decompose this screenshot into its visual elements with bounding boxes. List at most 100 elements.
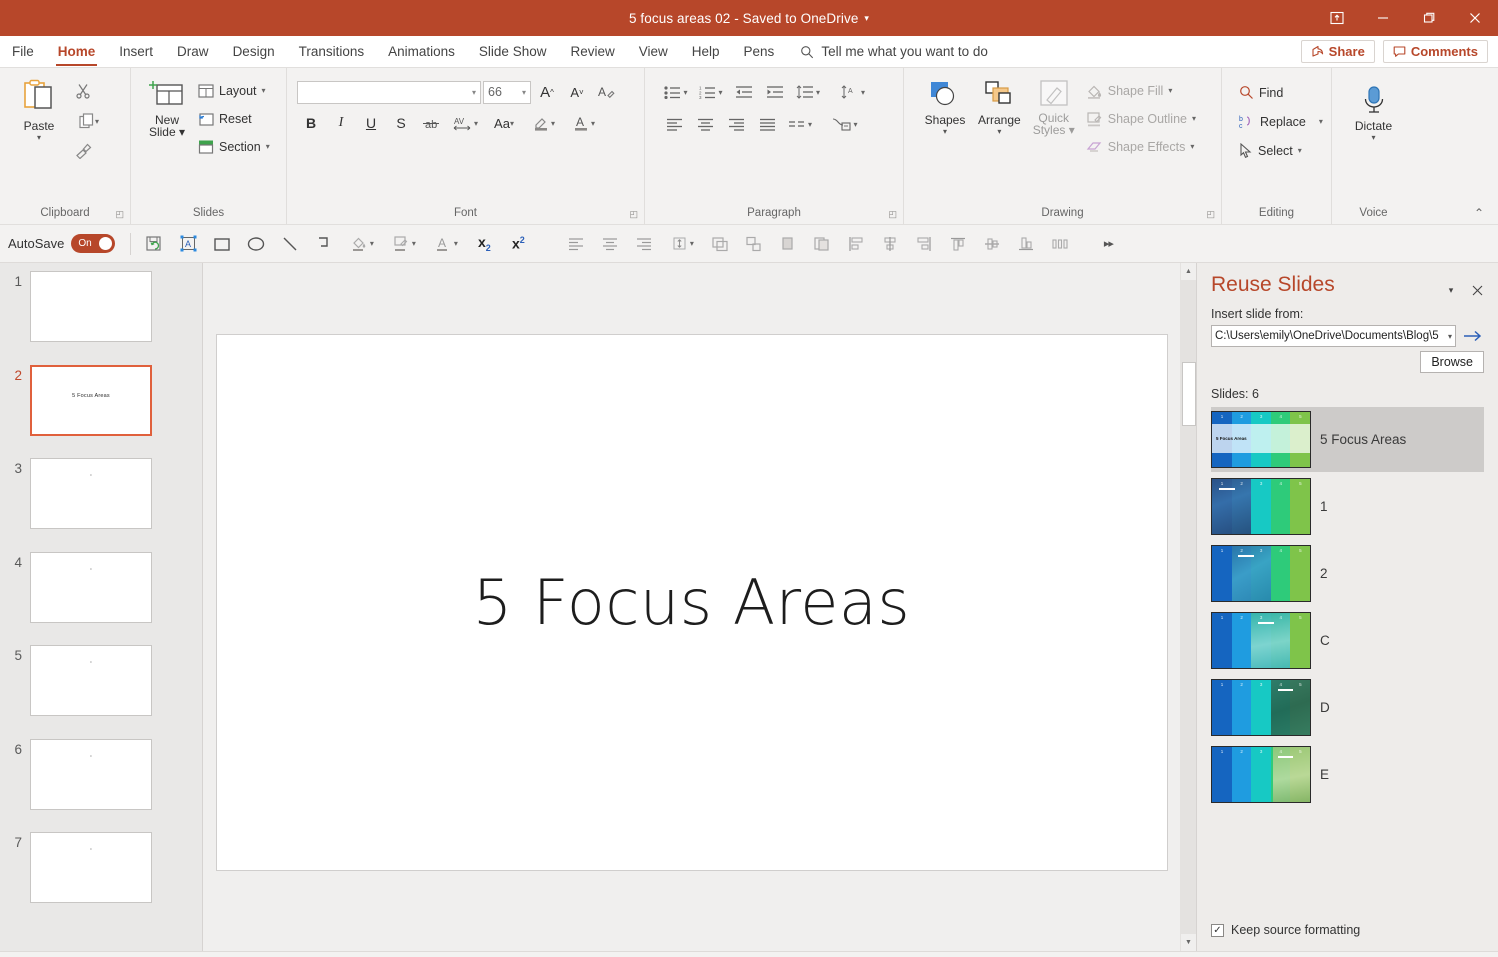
text-highlight-button[interactable]: ▾ — [525, 110, 563, 136]
thumbnail-row-5[interactable]: 5 • — [0, 645, 202, 739]
reuse-slide-item-3[interactable]: 1 2 3 4 5 2 — [1211, 541, 1484, 606]
tab-review[interactable]: Review — [558, 36, 626, 67]
justify-button[interactable] — [752, 111, 782, 137]
tab-insert[interactable]: Insert — [107, 36, 165, 67]
line-spacing-caret-icon[interactable]: ▾ — [816, 88, 820, 97]
tab-slide-show[interactable]: Slide Show — [467, 36, 559, 67]
select-button[interactable]: Select ▾ — [1234, 137, 1328, 164]
decrease-font-size-button[interactable]: A˅ — [563, 79, 591, 105]
bring-forward-button[interactable] — [772, 229, 804, 259]
elbow-connector-button[interactable] — [308, 229, 340, 259]
reuse-slide-thumbnail[interactable]: 1 2 3 4 5 5 Focus Areas — [1211, 411, 1311, 468]
autosave-toggle[interactable]: On — [71, 234, 115, 253]
reuse-slide-item-1[interactable]: 1 2 3 4 5 5 Focus Areas 5 Focus Areas — [1211, 407, 1484, 472]
shapes-button[interactable]: Shapes ▾ — [918, 75, 972, 138]
font-dialog-launcher[interactable]: ◰ — [629, 209, 638, 220]
tab-transitions[interactable]: Transitions — [287, 36, 377, 67]
copy-dropdown-caret[interactable]: ▾ — [95, 117, 99, 126]
reuse-slide-thumbnail[interactable]: 1 2 3 4 5 — [1211, 478, 1311, 535]
slide-thumbnail[interactable]: • — [30, 832, 152, 903]
reuse-slide-item-4[interactable]: 1 2 3 4 5 C — [1211, 608, 1484, 673]
italic-button[interactable]: I — [327, 110, 355, 136]
thumbnail-row-7[interactable]: 7 • — [0, 832, 202, 926]
tell-me-search[interactable]: Tell me what you want to do — [800, 36, 988, 67]
text-box-button[interactable]: A — [172, 229, 204, 259]
shape-fill-quick-button[interactable]: ▾ — [342, 229, 382, 259]
font-size-caret-icon[interactable]: ▾ — [522, 88, 526, 97]
strikethrough-button[interactable]: ab — [417, 110, 445, 136]
numbering-button[interactable]: 123 ▾ — [694, 79, 728, 105]
align-text-left-button[interactable] — [560, 229, 592, 259]
shape-outline-button[interactable]: Shape Outline ▾ — [1081, 105, 1201, 132]
shapes-caret-icon[interactable]: ▾ — [943, 128, 947, 136]
path-caret-icon[interactable]: ▾ — [1444, 332, 1452, 341]
oval-button[interactable] — [240, 229, 272, 259]
font-color-button[interactable]: A ▾ — [565, 110, 603, 136]
new-slide-button[interactable]: New Slide ▾ — [141, 75, 193, 141]
font-size-combobox[interactable]: 66 ▾ — [483, 81, 531, 104]
change-case-button[interactable]: Aa▾ — [485, 110, 523, 136]
slide-thumbnail[interactable]: • — [30, 458, 152, 529]
browse-button[interactable]: Browse — [1420, 351, 1484, 373]
align-text-right-button[interactable] — [628, 229, 660, 259]
find-button[interactable]: Find — [1234, 79, 1328, 106]
pane-close-icon[interactable] — [1468, 281, 1486, 299]
bullets-button[interactable]: ▾ — [659, 79, 693, 105]
subscript-button[interactable]: x2 — [468, 229, 500, 259]
collapse-ribbon-button[interactable]: ⌃ — [1468, 204, 1490, 222]
char-spacing-caret-icon[interactable]: ▾ — [474, 119, 478, 128]
keep-source-formatting-checkbox[interactable]: ✓ — [1211, 924, 1224, 937]
columns-button[interactable]: ▾ — [783, 111, 817, 137]
group-button[interactable] — [704, 229, 736, 259]
clear-formatting-button[interactable]: A — [593, 79, 621, 105]
source-path-combobox[interactable]: C:\Users\emily\OneDrive\Documents\Blog\5… — [1211, 325, 1456, 347]
comments-button[interactable]: Comments — [1383, 40, 1488, 63]
slide-thumbnail[interactable] — [30, 271, 152, 342]
ungroup-button[interactable] — [738, 229, 770, 259]
slide-thumbnail-pane[interactable]: 1 2 5 Focus Areas 3 • 4 • 5 • — [0, 263, 203, 951]
autosave-control[interactable]: AutoSave On — [8, 234, 115, 253]
thumbnail-row-6[interactable]: 6 • — [0, 739, 202, 833]
share-button[interactable]: Share — [1301, 40, 1375, 63]
line-spacing-button[interactable]: ▾ — [791, 79, 825, 105]
text-shadow-button[interactable]: S — [387, 110, 415, 136]
editor-vertical-scrollbar[interactable]: ▲ ▼ — [1180, 263, 1196, 951]
shape-effects-button[interactable]: Shape Effects ▾ — [1081, 133, 1201, 160]
select-caret-icon[interactable]: ▾ — [1298, 146, 1302, 155]
slide-thumbnail[interactable]: 5 Focus Areas — [30, 365, 152, 436]
tab-view[interactable]: View — [627, 36, 680, 67]
format-painter-button[interactable] — [68, 137, 98, 165]
align-middle-button[interactable] — [976, 229, 1008, 259]
numbering-caret-icon[interactable]: ▾ — [718, 88, 722, 97]
font-name-combobox[interactable]: ▾ — [297, 81, 481, 104]
section-caret-icon[interactable]: ▾ — [266, 142, 270, 151]
tab-pens[interactable]: Pens — [732, 36, 787, 67]
convert-to-smartart-button[interactable]: ▾ — [828, 111, 862, 137]
quick-styles-button[interactable]: Quick Styles ▾ — [1027, 75, 1081, 139]
bullets-caret-icon[interactable]: ▾ — [683, 88, 687, 97]
align-objects-left-button[interactable] — [840, 229, 872, 259]
bold-button[interactable]: B — [297, 110, 325, 136]
align-right-button[interactable] — [721, 111, 751, 137]
layout-caret-icon[interactable]: ▾ — [262, 86, 266, 95]
close-button[interactable] — [1452, 0, 1498, 36]
distribute-horizontally-button[interactable] — [1044, 229, 1076, 259]
keep-source-formatting-row[interactable]: ✓ Keep source formatting — [1211, 923, 1484, 937]
align-left-button[interactable] — [659, 111, 689, 137]
tab-home[interactable]: Home — [46, 36, 108, 67]
slide-editor[interactable]: 5 Focus Areas — [203, 263, 1180, 951]
paste-button[interactable]: Paste ▾ — [10, 75, 68, 144]
align-objects-right-button[interactable] — [908, 229, 940, 259]
paste-dropdown-caret[interactable]: ▾ — [37, 134, 41, 142]
align-center-button[interactable] — [690, 111, 720, 137]
slide-thumbnail[interactable]: • — [30, 552, 152, 623]
layout-button[interactable]: Layout ▾ — [193, 77, 275, 104]
paragraph-dialog-launcher[interactable]: ◰ — [888, 209, 897, 220]
vertical-align-button[interactable]: ▾ — [662, 229, 702, 259]
reuse-slide-thumbnail[interactable]: 1 2 3 4 5 — [1211, 545, 1311, 602]
increase-font-size-button[interactable]: A^ — [533, 79, 561, 105]
go-button[interactable] — [1462, 325, 1484, 347]
decrease-indent-button[interactable] — [729, 79, 759, 105]
minimize-button[interactable] — [1360, 0, 1406, 36]
arrange-caret-icon[interactable]: ▾ — [997, 128, 1001, 136]
